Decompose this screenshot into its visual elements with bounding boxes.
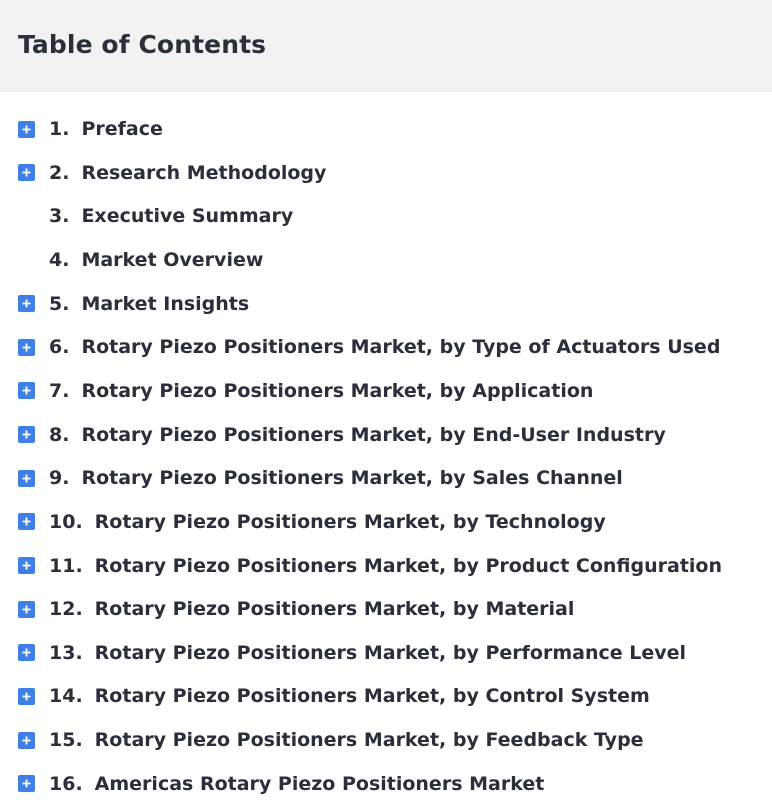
toc-item-number: 3. — [49, 205, 70, 228]
plus-square-icon[interactable] — [18, 426, 35, 444]
toc-item[interactable]: 10. Rotary Piezo Positioners Market, by T… — [0, 507, 606, 537]
toc-item-label[interactable]: Rotary Piezo Positioners Market, by Mate… — [95, 598, 575, 620]
toc-item-label[interactable]: Rotary Piezo Positioners Market, by Sale… — [81, 467, 622, 489]
toc-item[interactable]: 11. Rotary Piezo Positioners Market, by P… — [0, 551, 722, 581]
toc-header: Table of Contents — [0, 0, 772, 92]
toc-item-label[interactable]: Rotary Piezo Positioners Market, by Tech… — [95, 511, 606, 533]
toc-item[interactable]: 8. Rotary Piezo Positioners Market, by En… — [0, 420, 666, 450]
toc-item-label[interactable]: Market Overview — [81, 249, 263, 271]
toc-item-label[interactable]: Research Methodology — [81, 162, 326, 184]
plus-square-icon[interactable] — [18, 338, 35, 356]
toc-item-number: 9. — [49, 467, 70, 490]
toc-item-number: 1. — [49, 118, 70, 140]
plus-square-icon[interactable] — [18, 382, 35, 400]
toc-item-number: 11. — [49, 554, 83, 577]
toc-item-label[interactable]: Market Insights — [81, 293, 249, 315]
plus-square-icon[interactable] — [18, 295, 35, 313]
toc-item-number: 14. — [49, 685, 83, 708]
toc-item-label[interactable]: Rotary Piezo Positioners Market, by Type… — [81, 336, 720, 358]
toc-item[interactable]: 4. Market Overview — [0, 245, 263, 275]
plus-square-icon[interactable] — [18, 469, 35, 487]
toc-item[interactable]: 5. Market Insights — [0, 289, 249, 319]
toc-item[interactable]: 15. Rotary Piezo Positioners Market, by F… — [0, 725, 644, 755]
toc-item-label[interactable]: Rotary Piezo Positioners Market, by Feed… — [95, 729, 644, 751]
toc-item[interactable]: 12. Rotary Piezo Positioners Market, by M… — [0, 594, 574, 624]
plus-square-icon[interactable] — [18, 513, 35, 531]
toc-item[interactable]: 13. Rotary Piezo Positioners Market, by P… — [0, 638, 686, 668]
page-title: Table of Contents — [18, 29, 267, 59]
plus-square-icon[interactable] — [18, 600, 35, 618]
toc-item-number: 8. — [49, 423, 70, 446]
toc-item-number: 12. — [49, 598, 83, 621]
plus-square-icon[interactable] — [18, 557, 35, 574]
toc-item[interactable]: 3. Executive Summary — [0, 201, 293, 231]
toc-item-label[interactable]: Rotary Piezo Positioners Market, by Cont… — [95, 685, 650, 707]
toc-item-number: 15. — [49, 729, 83, 752]
toc-item-number: 5. — [49, 292, 70, 315]
toc-item-number: 7. — [49, 379, 70, 402]
toc-item-label[interactable]: Rotary Piezo Positioners Market, by Appl… — [81, 380, 593, 402]
plus-square-icon[interactable] — [18, 120, 35, 138]
toc-list: 1. Preface 2. Research Methodology 3. Executi… — [0, 92, 772, 802]
toc-item-number: 4. — [49, 248, 70, 271]
toc-item-label[interactable]: Preface — [81, 118, 162, 140]
plus-square-icon[interactable] — [18, 164, 35, 182]
toc-item-number: 16. — [49, 772, 83, 795]
toc-item[interactable]: 2. Research Methodology — [0, 158, 326, 188]
toc-item[interactable]: 6. Rotary Piezo Positioners Market, by Ty… — [0, 332, 720, 362]
toc-item-label[interactable]: Rotary Piezo Positioners Market, by Prod… — [95, 555, 722, 577]
toc-item-label[interactable]: Rotary Piezo Positioners Market, by Perf… — [95, 642, 686, 664]
toc-item[interactable]: 7. Rotary Piezo Positioners Market, by Ap… — [0, 376, 593, 406]
plus-square-icon[interactable] — [18, 731, 35, 749]
toc-item[interactable]: 14. Rotary Piezo Positioners Market, by C… — [0, 681, 650, 711]
toc-item-label[interactable]: Executive Summary — [81, 205, 293, 227]
toc-item-number: 13. — [49, 641, 83, 664]
toc-item[interactable]: 9. Rotary Piezo Positioners Market, by Sa… — [0, 463, 623, 493]
toc-item[interactable]: 16. Americas Rotary Piezo Positioners Mar… — [0, 769, 544, 799]
plus-square-icon[interactable] — [18, 775, 35, 793]
toc-item-label[interactable]: Rotary Piezo Positioners Market, by End-… — [81, 424, 665, 446]
plus-square-icon[interactable] — [18, 687, 35, 705]
toc-item-label[interactable]: Americas Rotary Piezo Positioners Market — [95, 773, 545, 795]
toc-item[interactable]: 1. Preface — [0, 114, 163, 144]
toc-item-number: 6. — [49, 336, 70, 359]
toc-item-number: 10. — [49, 510, 83, 533]
toc-item-number: 2. — [49, 161, 70, 184]
plus-square-icon[interactable] — [18, 644, 35, 662]
